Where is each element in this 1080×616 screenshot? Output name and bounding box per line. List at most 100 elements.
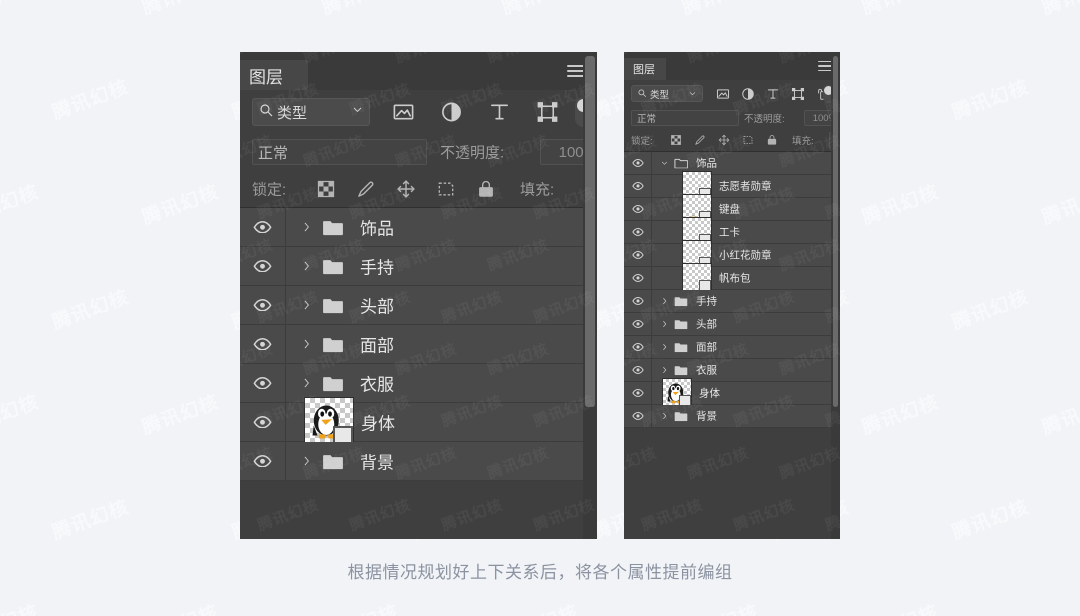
group-chevron-right-icon[interactable] <box>660 412 669 421</box>
lock-all-icon[interactable] <box>476 179 496 199</box>
scrollbar-thumb[interactable] <box>833 56 838 407</box>
layers-panel-right[interactable]: 图层类型正常不透明度:100%锁定:填充:100%饰品志愿者勋章键盘工卡小红花勋… <box>624 52 840 539</box>
text-filter-icon[interactable] <box>766 87 780 101</box>
layer-row[interactable]: 饰品 <box>240 208 597 247</box>
lock-artboard-nesting-icon[interactable] <box>436 179 456 199</box>
tab-layers[interactable]: 图层 <box>240 60 308 90</box>
layer-list[interactable]: 饰品 手持 头部 面部 衣服 身体 背景 <box>240 208 597 481</box>
layer-row[interactable]: 头部 <box>240 286 597 325</box>
shape-filter-icon[interactable] <box>791 87 805 101</box>
group-chevron-right-icon[interactable] <box>300 455 313 468</box>
layer-list[interactable]: 饰品 志愿者勋章 键盘 工卡 小红花勋章 帆布包 手持 头部 面部 衣服 身体 背景 <box>624 152 840 428</box>
group-chevron-right-icon[interactable] <box>300 260 313 273</box>
group-chevron-right-icon[interactable] <box>300 338 313 351</box>
shape-filter-icon[interactable] <box>536 101 559 124</box>
layer-row[interactable]: 衣服 <box>240 364 597 403</box>
layer-visibility-toggle[interactable] <box>624 336 652 358</box>
layer-row[interactable]: 帆布包 <box>624 263 840 293</box>
adjustment-filter-icon[interactable] <box>741 87 755 101</box>
layer-visibility-toggle[interactable] <box>624 198 652 220</box>
layer-visibility-toggle[interactable] <box>240 208 286 246</box>
layer-row-body[interactable]: 工卡 <box>652 217 840 247</box>
layer-row-body[interactable]: 手持 <box>286 247 597 285</box>
layer-row[interactable]: 面部 <box>240 325 597 364</box>
layer-row-body[interactable]: 饰品 <box>286 208 597 246</box>
layer-row-body[interactable]: 头部 <box>286 286 597 324</box>
layer-row[interactable]: 背景 <box>240 442 597 481</box>
layer-visibility-toggle[interactable] <box>624 152 652 174</box>
layer-row[interactable]: 背景 <box>624 405 840 428</box>
tab-layers[interactable]: 图层 <box>624 58 666 80</box>
layer-row-body[interactable]: 饰品 <box>652 152 840 174</box>
layer-thumbnail[interactable] <box>682 263 712 293</box>
lock-transparent-pixels-icon[interactable] <box>670 134 682 146</box>
lock-all-icon[interactable] <box>766 134 778 146</box>
layer-row[interactable]: 面部 <box>624 336 840 359</box>
layer-row[interactable]: 衣服 <box>624 359 840 382</box>
layer-row[interactable]: 键盘 <box>624 194 840 224</box>
filter-type-select[interactable]: 类型 <box>252 98 370 126</box>
lock-position-icon[interactable] <box>396 179 416 199</box>
layer-visibility-toggle[interactable] <box>624 382 652 404</box>
layer-row-body[interactable]: 背景 <box>652 405 840 427</box>
layer-row[interactable]: 头部 <box>624 313 840 336</box>
layer-visibility-toggle[interactable] <box>240 403 286 441</box>
layer-visibility-toggle[interactable] <box>624 221 652 243</box>
lock-image-pixels-icon[interactable] <box>356 179 376 199</box>
text-filter-icon[interactable] <box>488 101 511 124</box>
layer-row-body[interactable]: 帆布包 <box>652 263 840 293</box>
layer-visibility-toggle[interactable] <box>624 405 652 427</box>
layer-row-body[interactable]: 面部 <box>286 325 597 363</box>
layer-row[interactable]: 工卡 <box>624 217 840 247</box>
group-chevron-right-icon[interactable] <box>660 366 669 375</box>
layer-row-body[interactable]: 手持 <box>652 290 840 312</box>
layer-visibility-toggle[interactable] <box>624 359 652 381</box>
layer-row-body[interactable]: 键盘 <box>652 194 840 224</box>
hamburger-menu-icon[interactable] <box>818 52 832 80</box>
layer-list-scrollbar[interactable] <box>583 52 597 539</box>
lock-transparent-pixels-icon[interactable] <box>316 179 336 199</box>
group-chevron-right-icon[interactable] <box>660 297 669 306</box>
group-chevron-right-icon[interactable] <box>660 343 669 352</box>
layer-visibility-toggle[interactable] <box>624 290 652 312</box>
layer-row-body[interactable]: 小红花勋章 <box>652 240 840 270</box>
layer-thumbnail[interactable] <box>304 397 354 447</box>
lock-image-pixels-icon[interactable] <box>694 134 706 146</box>
layer-visibility-toggle[interactable] <box>624 267 652 289</box>
layer-row[interactable]: 饰品 <box>624 152 840 175</box>
group-chevron-right-icon[interactable] <box>300 299 313 312</box>
group-chevron-down-icon[interactable] <box>660 159 669 168</box>
layer-visibility-toggle[interactable] <box>624 244 652 266</box>
adjustment-filter-icon[interactable] <box>440 101 463 124</box>
lock-position-icon[interactable] <box>718 134 730 146</box>
layer-list-scrollbar[interactable] <box>831 52 840 539</box>
layer-row[interactable]: 手持 <box>240 247 597 286</box>
layer-row-body[interactable]: 志愿者勋章 <box>652 171 840 201</box>
layer-row-body[interactable]: 身体 <box>286 397 597 447</box>
layer-thumbnail[interactable] <box>662 378 692 408</box>
layer-visibility-toggle[interactable] <box>240 247 286 285</box>
layer-visibility-toggle[interactable] <box>624 175 652 197</box>
group-chevron-right-icon[interactable] <box>660 320 669 329</box>
layer-row[interactable]: 身体 <box>240 397 597 447</box>
blend-mode-select[interactable]: 正常 <box>631 110 739 126</box>
blend-mode-select[interactable]: 正常 <box>252 139 427 165</box>
layer-visibility-toggle[interactable] <box>240 364 286 402</box>
image-filter-icon[interactable] <box>716 87 730 101</box>
layer-row[interactable]: 手持 <box>624 290 840 313</box>
layer-row-body[interactable]: 背景 <box>286 442 597 480</box>
filter-type-select[interactable]: 类型 <box>631 85 703 102</box>
group-chevron-right-icon[interactable] <box>300 377 313 390</box>
group-chevron-right-icon[interactable] <box>300 221 313 234</box>
layer-row-body[interactable]: 身体 <box>652 378 840 408</box>
image-filter-icon[interactable] <box>392 101 415 124</box>
layer-row-body[interactable]: 面部 <box>652 336 840 358</box>
layer-visibility-toggle[interactable] <box>240 325 286 363</box>
layer-row[interactable]: 身体 <box>624 378 840 408</box>
layer-visibility-toggle[interactable] <box>240 442 286 480</box>
layer-row[interactable]: 志愿者勋章 <box>624 171 840 201</box>
layer-row-body[interactable]: 头部 <box>652 313 840 335</box>
layer-row[interactable]: 小红花勋章 <box>624 240 840 270</box>
scrollbar-thumb[interactable] <box>585 56 595 407</box>
layer-visibility-toggle[interactable] <box>624 313 652 335</box>
